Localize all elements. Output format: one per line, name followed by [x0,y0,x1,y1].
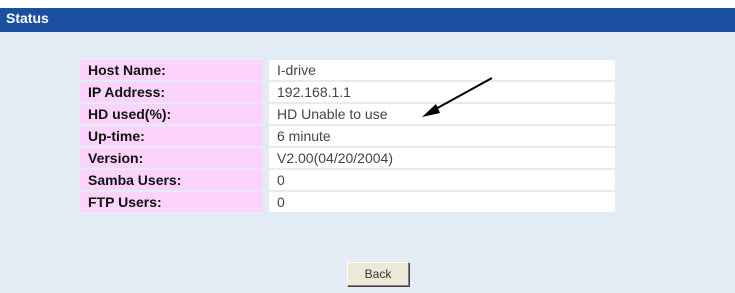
version-label: Version: [80,148,263,168]
up-time-label: Up-time: [80,126,263,146]
status-header-bar: Status [0,8,735,32]
version-value: V2.00(04/20/2004) [263,148,615,168]
table-row: Samba Users: 0 [80,170,615,190]
table-row: Version: V2.00(04/20/2004) [80,148,615,168]
ftp-users-value: 0 [263,192,615,212]
page-title: Status [6,10,49,26]
table-row: IP Address: 192.168.1.1 [80,82,615,102]
hd-used-label: HD used(%): [80,104,263,124]
ip-address-value: 192.168.1.1 [263,82,615,102]
status-panel: Host Name: I-drive IP Address: 192.168.1… [0,32,735,293]
samba-users-value: 0 [263,170,615,190]
samba-users-label: Samba Users: [80,170,263,190]
status-table: Host Name: I-drive IP Address: 192.168.1… [80,58,615,214]
host-name-label: Host Name: [80,60,263,80]
up-time-value: 6 minute [263,126,615,146]
table-row: FTP Users: 0 [80,192,615,212]
hd-used-value: HD Unable to use [263,104,615,124]
table-row: Up-time: 6 minute [80,126,615,146]
ftp-users-label: FTP Users: [80,192,263,212]
host-name-value: I-drive [263,60,615,80]
ip-address-label: IP Address: [80,82,263,102]
back-button[interactable]: Back [347,262,409,286]
table-row: Host Name: I-drive [80,60,615,80]
table-row: HD used(%): HD Unable to use [80,104,615,124]
